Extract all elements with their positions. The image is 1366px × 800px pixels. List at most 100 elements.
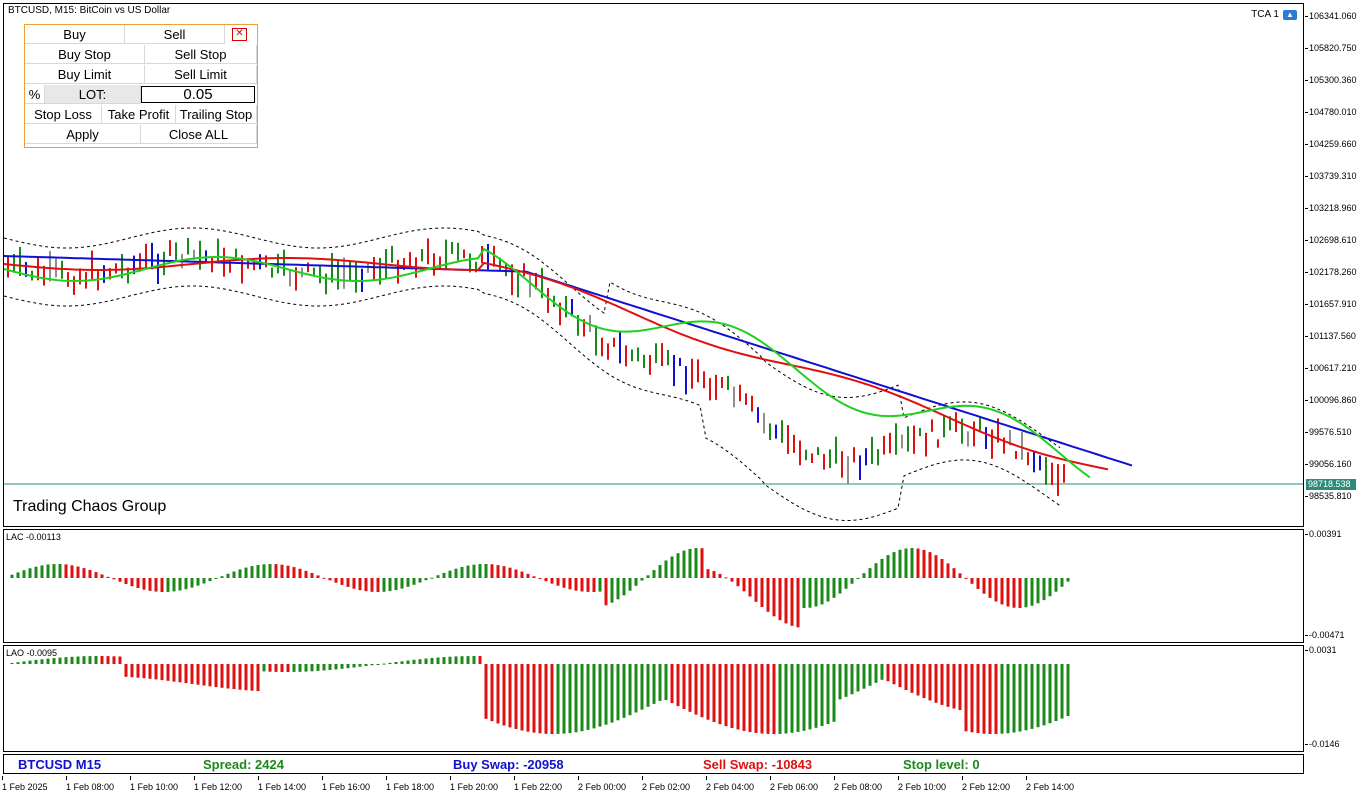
lac-bar bbox=[718, 573, 722, 578]
lao-bar bbox=[406, 660, 410, 664]
lao-bar bbox=[880, 664, 884, 680]
stop-loss-button[interactable]: Stop Loss bbox=[25, 105, 102, 124]
lao-bar bbox=[328, 664, 332, 670]
lao-bar bbox=[658, 664, 662, 701]
buy-button[interactable]: Buy bbox=[25, 25, 125, 44]
lac-bar bbox=[562, 578, 566, 588]
lao-bar bbox=[874, 664, 878, 683]
price-tick-label: 100617.210 bbox=[1309, 363, 1357, 373]
lao-bar bbox=[394, 662, 398, 664]
lac-bar bbox=[796, 578, 800, 628]
lac-bar bbox=[550, 578, 554, 584]
price-tick: 103739.310 bbox=[1305, 171, 1366, 183]
lac-bar bbox=[22, 570, 26, 578]
time-tick-label: 2 Feb 00:00 bbox=[578, 776, 627, 792]
lac-bar bbox=[244, 567, 248, 578]
time-tick-label: 1 Feb 18:00 bbox=[386, 776, 435, 792]
lao-bar bbox=[898, 664, 902, 688]
lac-bar bbox=[406, 578, 410, 587]
lao-bar bbox=[304, 664, 308, 672]
sell-button[interactable]: Sell bbox=[125, 25, 225, 44]
lac-bar bbox=[280, 564, 284, 578]
lac-bar bbox=[112, 578, 116, 580]
lao-bar bbox=[334, 664, 338, 670]
price-tick-label: 103739.310 bbox=[1309, 171, 1357, 181]
price-tick: 99056.160 bbox=[1305, 459, 1366, 471]
lac-bar bbox=[340, 578, 344, 585]
lac-bar bbox=[58, 564, 62, 578]
lac-bar bbox=[994, 578, 998, 602]
lao-bar bbox=[514, 664, 518, 729]
lac-bar bbox=[172, 578, 176, 592]
lac-bar bbox=[544, 578, 548, 582]
lac-bar bbox=[334, 578, 338, 583]
lao-bar bbox=[724, 664, 728, 727]
lac-bar bbox=[46, 564, 50, 578]
price-tick-label: 101137.560 bbox=[1309, 331, 1356, 341]
apply-button[interactable]: Apply bbox=[25, 125, 141, 144]
lac-bar bbox=[400, 578, 404, 589]
lao-bar bbox=[946, 664, 950, 707]
lao-axis: 0.0031 -0.0146 bbox=[1305, 645, 1366, 752]
percent-toggle[interactable]: % bbox=[25, 85, 45, 104]
lac-bar bbox=[616, 578, 620, 600]
lac-bar bbox=[592, 578, 596, 592]
time-tick-label: 1 Feb 22:00 bbox=[514, 776, 563, 792]
lao-bar bbox=[178, 664, 182, 683]
status-buy-swap: Buy Swap: -20958 bbox=[453, 757, 564, 772]
lao-bar bbox=[910, 664, 914, 693]
lac-bar bbox=[712, 571, 716, 578]
lao-bar bbox=[652, 664, 656, 704]
lao-bar bbox=[838, 664, 842, 700]
lac-bar bbox=[862, 573, 866, 578]
lao-bar bbox=[604, 664, 608, 725]
lao-bar bbox=[1054, 664, 1058, 721]
lao-bar bbox=[586, 664, 590, 730]
lac-bar bbox=[484, 564, 488, 578]
lao-bar bbox=[190, 664, 194, 684]
lao-bar bbox=[136, 664, 140, 678]
close-icon[interactable]: ✕ bbox=[232, 28, 247, 41]
take-profit-button[interactable]: Take Profit bbox=[102, 105, 176, 124]
lac-bar bbox=[16, 572, 20, 578]
lao-bar bbox=[346, 664, 350, 669]
price-axis: 106341.060 105820.750 105300.360 104780.010… bbox=[1305, 3, 1366, 527]
buy-stop-button[interactable]: Buy Stop bbox=[25, 45, 145, 64]
lac-bar bbox=[898, 549, 902, 578]
lao-bar bbox=[202, 664, 206, 686]
lac-bar bbox=[934, 555, 938, 578]
close-all-button[interactable]: Close ALL bbox=[141, 125, 257, 144]
lac-bar bbox=[52, 564, 56, 578]
lac-indicator-pane[interactable]: LAC -0.00113 bbox=[3, 529, 1304, 643]
lao-bar bbox=[280, 664, 284, 672]
lac-bar bbox=[982, 578, 986, 594]
lao-indicator-pane[interactable]: LAO -0.0095 bbox=[3, 645, 1304, 752]
lao-bar bbox=[490, 664, 494, 722]
lac-bar bbox=[106, 576, 110, 578]
buy-limit-button[interactable]: Buy Limit bbox=[25, 65, 145, 84]
sell-limit-button[interactable]: Sell Limit bbox=[145, 65, 257, 84]
lao-bar bbox=[826, 664, 830, 724]
lac-bar bbox=[496, 565, 500, 578]
lac-bar bbox=[34, 566, 38, 578]
lao-bar bbox=[796, 664, 800, 732]
lao-bar bbox=[208, 664, 212, 687]
trailing-stop-button[interactable]: Trailing Stop bbox=[176, 105, 257, 124]
lac-bar bbox=[352, 578, 356, 589]
lac-bar bbox=[442, 572, 446, 578]
lac-bar bbox=[802, 578, 806, 608]
lac-bar bbox=[724, 577, 728, 579]
lao-bar bbox=[52, 658, 56, 664]
lot-input[interactable]: 0.05 bbox=[141, 86, 255, 103]
lao-bar bbox=[610, 664, 614, 723]
lac-bar bbox=[286, 565, 290, 578]
lac-bar bbox=[154, 578, 158, 592]
sell-stop-button[interactable]: Sell Stop bbox=[145, 45, 257, 64]
lac-bar bbox=[1066, 578, 1070, 582]
lao-bar bbox=[94, 656, 98, 664]
time-tick-label: 1 Feb 08:00 bbox=[66, 776, 115, 792]
lac-bar bbox=[82, 568, 86, 578]
lac-bar bbox=[202, 578, 206, 584]
lac-bar bbox=[964, 578, 968, 579]
lao-bar bbox=[226, 664, 230, 689]
